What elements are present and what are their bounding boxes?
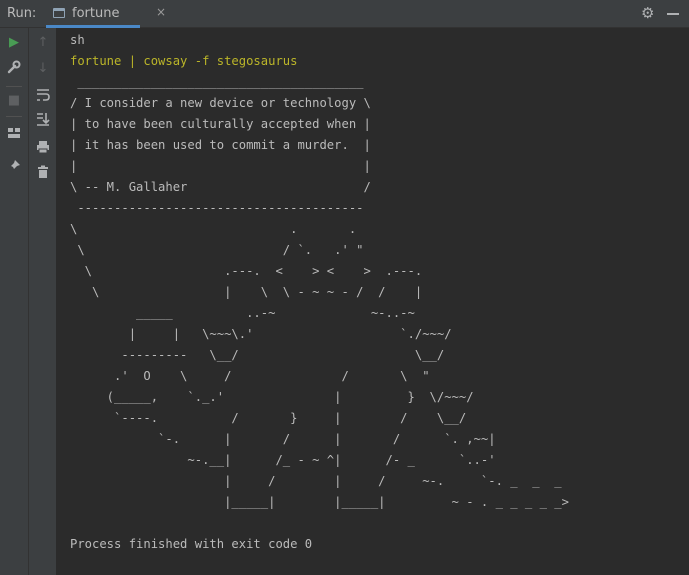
arrow-down-icon[interactable]: ↓ bbox=[29, 60, 57, 78]
tab-label: fortune bbox=[72, 6, 120, 21]
toolbar-separator bbox=[6, 116, 22, 117]
console-line: | / | / ~-. `-. _ _ _ bbox=[70, 474, 562, 488]
console-line: \ / `. .' " bbox=[70, 243, 364, 257]
exit-status-line: Process finished with exit code 0 bbox=[70, 537, 313, 551]
console-output[interactable]: sh fortune | cowsay -f stegosaurus _____… bbox=[70, 30, 680, 555]
console-line: (_____, `._.' | } \/~~~/ bbox=[70, 390, 474, 404]
console-line: |_____| |_____| ~ - . _ _ _ _ _> bbox=[70, 495, 569, 509]
console-line: _______________________________________ bbox=[70, 75, 364, 89]
wrench-icon[interactable] bbox=[0, 58, 28, 76]
console-line: .' O \ / / \ " bbox=[70, 369, 430, 383]
command-line: fortune | cowsay -f stegosaurus bbox=[70, 54, 298, 68]
stop-icon[interactable]: ■ bbox=[0, 92, 28, 110]
console-line: | to have been culturally accepted when … bbox=[70, 117, 371, 131]
print-icon[interactable] bbox=[29, 138, 57, 156]
console-toolbar: ↑ ↓ bbox=[29, 28, 57, 575]
close-tab-icon[interactable]: × bbox=[156, 5, 166, 19]
console-line: --------- \__/ \__/ bbox=[70, 348, 445, 362]
pin-icon[interactable] bbox=[0, 157, 28, 175]
console-line: | it has been used to commit a murder. | bbox=[70, 138, 371, 152]
console-line: | | \~~~\.' `./~~~/ bbox=[70, 327, 452, 341]
minus-icon[interactable] bbox=[667, 13, 679, 15]
toolbar-separator bbox=[6, 86, 22, 87]
console-tab-icon bbox=[53, 8, 65, 18]
left-toolbar: ▶ ■ bbox=[0, 28, 29, 575]
console-line: | | bbox=[70, 159, 371, 173]
console-line: \ .---. < > < > .---. bbox=[70, 264, 423, 278]
console-line: \ . . bbox=[70, 222, 357, 236]
console-line: \ | \ \ - ~ ~ - / / | bbox=[70, 285, 423, 299]
run-label: Run: bbox=[7, 6, 37, 21]
console-line: / I consider a new device or technology … bbox=[70, 96, 371, 110]
console-line: sh bbox=[70, 33, 85, 47]
console-line: --------------------------------------- bbox=[70, 201, 364, 215]
tab-fortune[interactable]: fortune × bbox=[46, 0, 166, 28]
run-tool-window-header: Run: fortune × ⚙ bbox=[0, 0, 689, 28]
trash-icon[interactable] bbox=[29, 163, 57, 181]
layout-icon[interactable] bbox=[0, 124, 28, 142]
run-icon[interactable]: ▶ bbox=[0, 34, 28, 52]
scroll-to-end-icon[interactable] bbox=[29, 110, 57, 128]
console-line: \ -- M. Gallaher / bbox=[70, 180, 371, 194]
console-line: `-. | / | / `. ,~~| bbox=[70, 432, 496, 446]
soft-wrap-icon[interactable] bbox=[29, 86, 57, 104]
gear-icon[interactable]: ⚙ bbox=[641, 4, 654, 22]
console-line: _____ ..-~ ~-..-~ bbox=[70, 306, 415, 320]
console-line: `----. / } | / \__/ bbox=[70, 411, 467, 425]
arrow-up-icon[interactable]: ↑ bbox=[29, 34, 57, 52]
console-line: ~-.__| /_ - ~ ^| /- _ `..-' bbox=[70, 453, 496, 467]
